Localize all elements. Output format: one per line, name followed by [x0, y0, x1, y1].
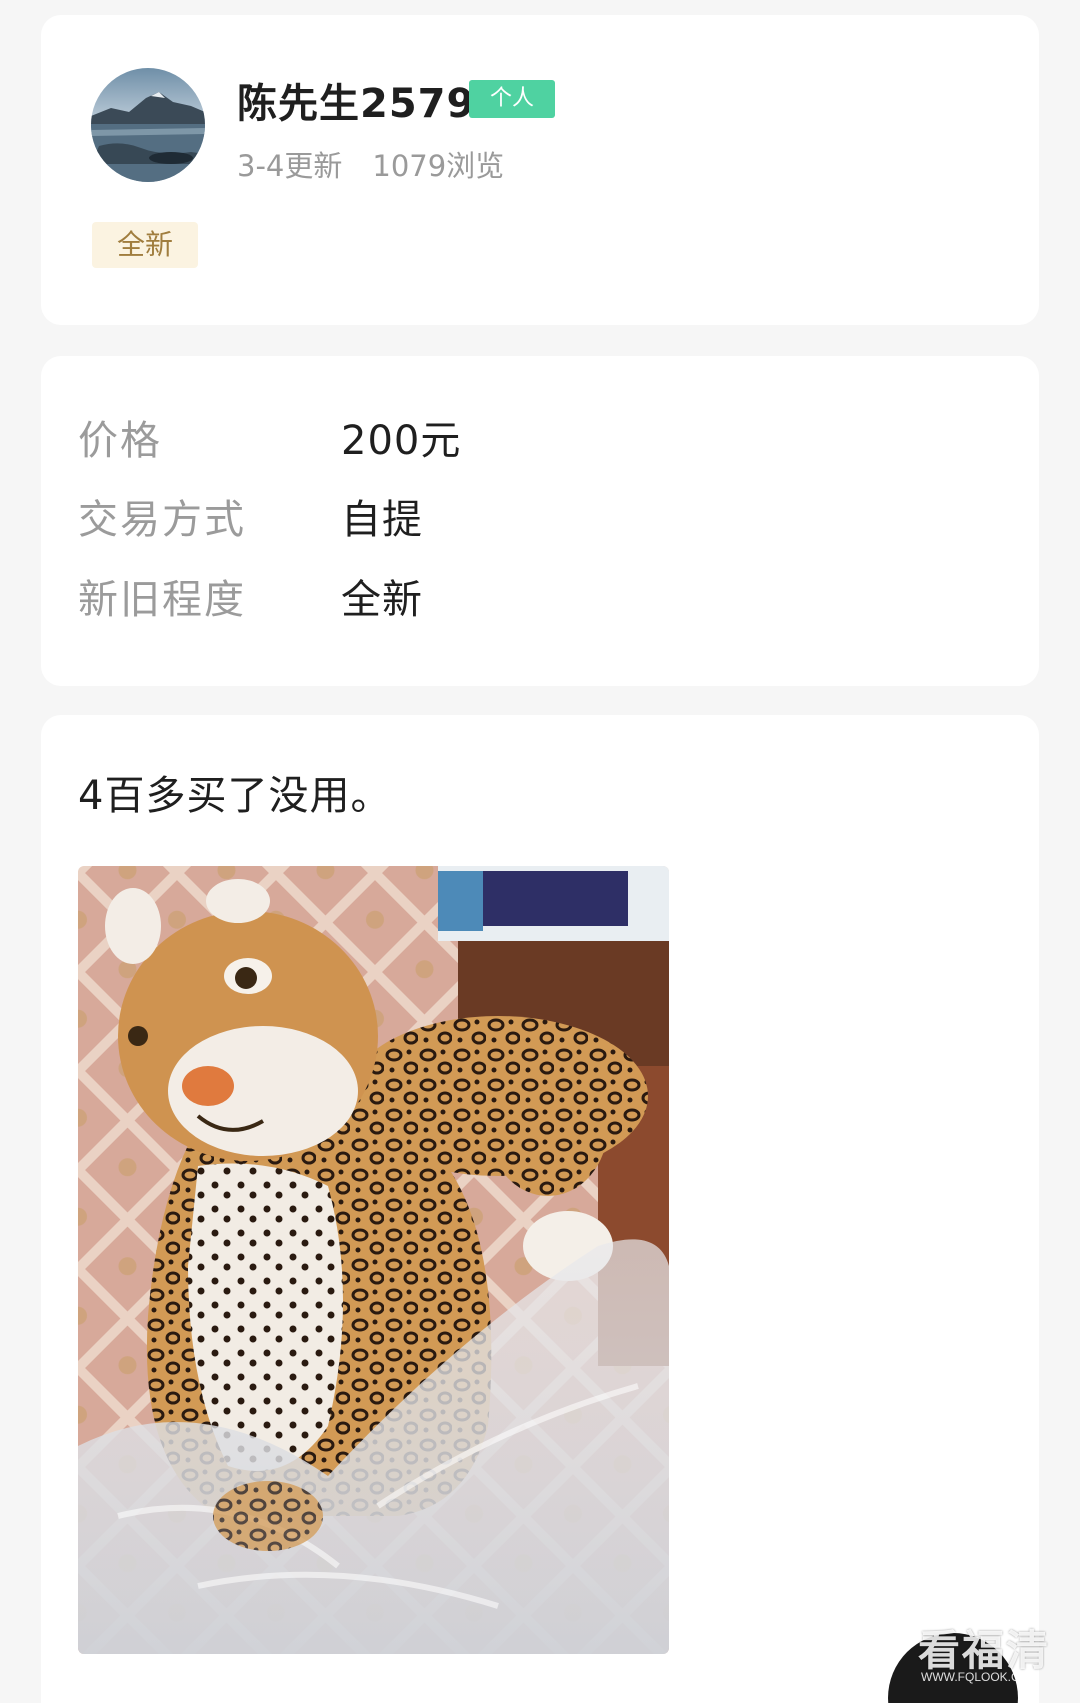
listing-page: 陈先生2579 个人 3-4更新 1079浏览 全新 价格 200元 交易方式 自… — [0, 0, 1080, 1703]
details-card: 价格 200元 交易方式 自提 新旧程度 全新 — [41, 356, 1039, 686]
view-count: 1079浏览 — [372, 149, 505, 183]
condition-tag: 全新 — [92, 222, 198, 268]
detail-row-condition: 新旧程度 全新 — [78, 567, 978, 623]
watermark-logo: 看福清 — [918, 1626, 1051, 1675]
personal-badge: 个人 — [469, 80, 555, 118]
description-text: 4百多买了没用。 — [78, 773, 392, 819]
avatar-landscape-image — [91, 68, 205, 182]
avatar[interactable] — [91, 68, 205, 182]
watermark-url: WWW.FQLOOK.COM — [921, 1670, 1039, 1684]
seller-name[interactable]: 陈先生2579 — [237, 71, 475, 129]
product-photo[interactable] — [78, 866, 669, 1654]
detail-label: 交易方式 — [78, 497, 246, 543]
seller-meta: 3-4更新 1079浏览 — [237, 143, 504, 185]
detail-value: 200元 — [341, 418, 462, 464]
detail-value: 自提 — [341, 497, 423, 543]
description-card: 4百多买了没用。 — [41, 715, 1039, 1703]
detail-value: 全新 — [341, 577, 423, 623]
detail-label: 价格 — [78, 418, 162, 464]
updated-date: 3-4更新 — [237, 149, 343, 183]
detail-row-price: 价格 200元 — [78, 408, 978, 464]
detail-row-trade-method: 交易方式 自提 — [78, 487, 978, 543]
seller-card[interactable]: 陈先生2579 个人 3-4更新 1079浏览 全新 — [41, 15, 1039, 325]
detail-label: 新旧程度 — [78, 577, 246, 623]
leopard-plush-image — [78, 866, 669, 1654]
